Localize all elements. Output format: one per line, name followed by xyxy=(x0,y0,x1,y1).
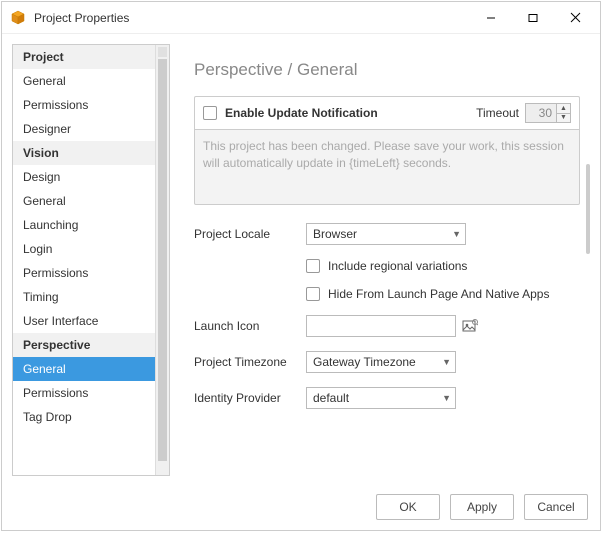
apply-button[interactable]: Apply xyxy=(450,494,514,520)
enable-update-checkbox[interactable] xyxy=(203,106,217,120)
launch-icon-input[interactable] xyxy=(306,315,456,337)
timeout-spinner[interactable]: 30 ▲ ▼ xyxy=(525,103,571,123)
hide-from-label: Hide From Launch Page And Native Apps xyxy=(328,287,549,301)
ok-button[interactable]: OK xyxy=(376,494,440,520)
page-title: Perspective / General xyxy=(194,60,580,80)
main-panel: Perspective / General Enable Update Noti… xyxy=(170,44,590,476)
hide-from-checkbox[interactable] xyxy=(306,287,320,301)
main-scrollbar[interactable] xyxy=(586,164,590,254)
sidebar-item-launching[interactable]: Launching xyxy=(13,213,155,237)
launch-icon-label: Launch Icon xyxy=(194,319,306,333)
titlebar: Project Properties xyxy=(2,2,600,34)
cancel-button[interactable]: Cancel xyxy=(524,494,588,520)
window-title: Project Properties xyxy=(34,11,470,25)
content-area: ProjectGeneralPermissionsDesignerVisionD… xyxy=(2,34,600,486)
locale-value: Browser xyxy=(313,227,357,241)
spinner-up-icon[interactable]: ▲ xyxy=(557,104,570,114)
sidebar-item-permissions[interactable]: Permissions xyxy=(13,93,155,117)
timezone-label: Project Timezone xyxy=(194,355,306,369)
spinner-buttons: ▲ ▼ xyxy=(556,104,570,122)
sidebar-item-general[interactable]: General xyxy=(13,69,155,93)
app-icon xyxy=(10,10,26,26)
idp-label: Identity Provider xyxy=(194,391,306,405)
sidebar-item-login[interactable]: Login xyxy=(13,237,155,261)
timeout-value[interactable]: 30 xyxy=(526,104,556,122)
sidebar-item-tag-drop[interactable]: Tag Drop xyxy=(13,405,155,429)
browse-image-icon[interactable] xyxy=(460,316,480,336)
sidebar-item-user-interface[interactable]: User Interface xyxy=(13,309,155,333)
sidebar-item-project[interactable]: Project xyxy=(13,45,155,69)
window-controls xyxy=(470,4,596,32)
sidebar-item-design[interactable]: Design xyxy=(13,165,155,189)
notification-message-box[interactable]: This project has been changed. Please sa… xyxy=(194,129,580,205)
idp-value: default xyxy=(313,391,349,405)
minimize-button[interactable] xyxy=(470,4,512,32)
sidebar-item-vision[interactable]: Vision xyxy=(13,141,155,165)
sidebar-item-perspective[interactable]: Perspective xyxy=(13,333,155,357)
sidebar-item-permissions[interactable]: Permissions xyxy=(13,381,155,405)
spinner-down-icon[interactable]: ▼ xyxy=(557,114,570,123)
footer: OK Apply Cancel xyxy=(2,486,600,530)
close-button[interactable] xyxy=(554,4,596,32)
include-regional-checkbox[interactable] xyxy=(306,259,320,273)
maximize-button[interactable] xyxy=(512,4,554,32)
chevron-down-icon: ▼ xyxy=(442,357,451,367)
timeout-label: Timeout xyxy=(476,106,519,120)
update-notification-row: Enable Update Notification Timeout 30 ▲ … xyxy=(194,96,580,129)
sidebar-list[interactable]: ProjectGeneralPermissionsDesignerVisionD… xyxy=(13,45,155,475)
enable-update-label: Enable Update Notification xyxy=(225,106,378,120)
timezone-combo[interactable]: Gateway Timezone ▼ xyxy=(306,351,456,373)
include-regional-label: Include regional variations xyxy=(328,259,467,273)
sidebar-item-general[interactable]: General xyxy=(13,189,155,213)
sidebar-item-general[interactable]: General xyxy=(13,357,155,381)
idp-combo[interactable]: default ▼ xyxy=(306,387,456,409)
locale-combo[interactable]: Browser ▼ xyxy=(306,223,466,245)
sidebar-scrollbar[interactable] xyxy=(155,45,169,475)
sidebar: ProjectGeneralPermissionsDesignerVisionD… xyxy=(12,44,170,476)
chevron-down-icon: ▼ xyxy=(442,393,451,403)
chevron-down-icon: ▼ xyxy=(452,229,461,239)
locale-label: Project Locale xyxy=(194,227,306,241)
window-frame: Project Properties ProjectGeneralPermiss… xyxy=(1,1,601,531)
sidebar-item-permissions[interactable]: Permissions xyxy=(13,261,155,285)
sidebar-item-timing[interactable]: Timing xyxy=(13,285,155,309)
sidebar-item-designer[interactable]: Designer xyxy=(13,117,155,141)
timezone-value: Gateway Timezone xyxy=(313,355,416,369)
